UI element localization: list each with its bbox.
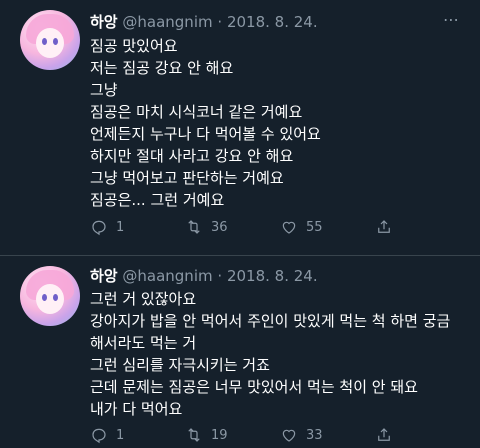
- tweet-line: 짐공은 마치 시식코너 같은 거예요: [90, 103, 303, 121]
- tweet-line: 짐공은... 그런 거예요: [90, 191, 225, 209]
- retweet-count: 36: [211, 219, 228, 235]
- reply-button[interactable]: 1: [90, 426, 124, 444]
- tweet-line: 근데 문제는 짐공은 너무 맛있어서 먹는 척이 안 돼요: [90, 378, 418, 396]
- like-count: 55: [306, 219, 323, 235]
- share-button[interactable]: [375, 218, 393, 236]
- more-dots-icon[interactable]: ⋯: [443, 10, 460, 29]
- like-button[interactable]: 33: [280, 426, 323, 444]
- retweet-icon: [188, 220, 200, 234]
- user-handle[interactable]: @haangnim: [122, 267, 212, 285]
- display-name[interactable]: 하앙: [90, 13, 118, 31]
- tweet-2[interactable]: 하앙 @haangnim · 2018. 8. 24. 그런 거 있잖아요 강아…: [0, 256, 480, 448]
- tweet-text: 짐공 맛있어요 저는 짐공 강요 안 해요 그냥 짐공은 마치 시식코너 같은 …: [90, 35, 465, 211]
- reply-count: 1: [116, 219, 125, 235]
- tweet-line: 그냥 먹어보고 판단하는 거예요: [90, 169, 284, 187]
- retweet-button[interactable]: 36: [185, 218, 228, 236]
- tweet-date[interactable]: 2018. 8. 24.: [227, 13, 318, 31]
- heart-icon: [282, 221, 296, 234]
- tweet-1[interactable]: 하앙 @haangnim · 2018. 8. 24. ⋯ 짐공 맛있어요 저는…: [0, 0, 480, 255]
- tweet-header: 하앙 @haangnim · 2018. 8. 24.: [90, 13, 318, 31]
- avatar[interactable]: [20, 10, 80, 70]
- tweet-line: 하지만 절대 사라고 강요 안 해요: [90, 147, 294, 165]
- share-icon: [378, 220, 390, 233]
- retweet-icon: [188, 428, 200, 442]
- avatar[interactable]: [20, 266, 80, 326]
- tweet-line: 저는 짐공 강요 안 해요: [90, 59, 234, 77]
- tweet-date[interactable]: 2018. 8. 24.: [227, 267, 318, 285]
- tweet-line: 해서라도 먹는 거: [90, 334, 197, 352]
- retweet-button[interactable]: 19: [185, 426, 228, 444]
- tweet-line: 그냥: [90, 81, 118, 99]
- tweet-text: 그런 거 있잖아요 강아지가 밥을 안 먹어서 주인이 맛있게 먹는 척 하면 …: [90, 288, 465, 420]
- user-handle[interactable]: @haangnim: [122, 13, 212, 31]
- reply-count: 1: [116, 427, 125, 443]
- tweet-line: 내가 다 먹어요: [90, 400, 183, 418]
- display-name[interactable]: 하앙: [90, 267, 118, 285]
- share-icon: [378, 428, 390, 441]
- share-button[interactable]: [375, 426, 393, 444]
- tweet-actions: 1 19 33: [90, 426, 470, 448]
- retweet-count: 19: [211, 427, 228, 443]
- heart-icon: [282, 429, 296, 442]
- like-button[interactable]: 55: [280, 218, 323, 236]
- tweet-header: 하앙 @haangnim · 2018. 8. 24.: [90, 267, 318, 285]
- like-count: 33: [306, 427, 323, 443]
- tweet-line: 강아지가 밥을 안 먹어서 주인이 맛있게 먹는 척 하면 궁금: [90, 312, 451, 330]
- tweet-actions: 1 36 55: [90, 218, 470, 240]
- tweet-line: 짐공 맛있어요: [90, 37, 178, 55]
- reply-button[interactable]: 1: [90, 218, 124, 236]
- tweet-line: 언제든지 누구나 다 먹어볼 수 있어요: [90, 125, 321, 143]
- tweet-line: 그런 심리를 자극시키는 거죠: [90, 356, 270, 374]
- reply-icon: [92, 428, 106, 444]
- reply-icon: [92, 220, 106, 236]
- tweet-line: 그런 거 있잖아요: [90, 290, 197, 308]
